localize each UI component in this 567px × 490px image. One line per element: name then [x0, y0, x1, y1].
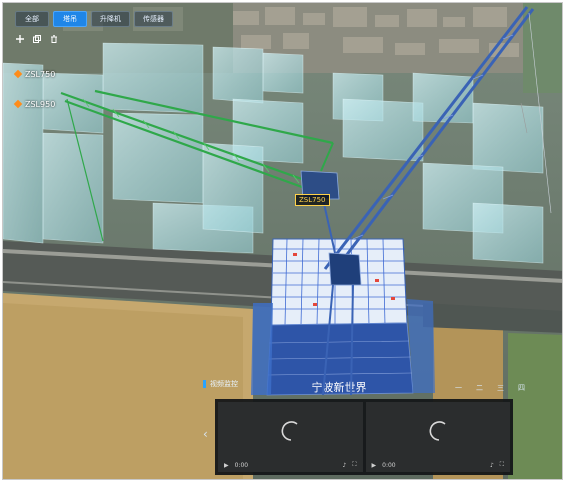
fullscreen-icon[interactable]: ⛶: [500, 461, 504, 469]
video-page-4[interactable]: 四: [518, 383, 525, 393]
play-icon[interactable]: ▶: [372, 462, 377, 469]
delete-icon[interactable]: [49, 34, 59, 44]
tab-sensor[interactable]: 传感器: [134, 11, 173, 27]
crane-label: ZSL950: [25, 99, 56, 109]
video-monitor-header: 视频监控: [203, 379, 238, 389]
copy-icon[interactable]: [32, 34, 42, 44]
crane-marker-icon: [13, 69, 23, 79]
video-page-selector: 一 二 三 四: [455, 383, 525, 393]
toolbar: [15, 34, 59, 44]
crane-item-zsl950[interactable]: ZSL950: [13, 97, 56, 111]
crane-marker-icon: [13, 99, 23, 109]
crane-label: ZSL750: [25, 69, 56, 79]
chevron-left-icon[interactable]: ‹: [203, 427, 208, 441]
play-icon[interactable]: ▶: [224, 462, 229, 469]
tab-tower-crane[interactable]: 塔吊: [53, 11, 87, 27]
crane-tag-label[interactable]: ZSL750: [295, 194, 330, 206]
tab-all[interactable]: 全部: [15, 11, 49, 27]
video-monitor-title: 视频监控: [210, 380, 238, 388]
loading-spinner-icon: [281, 421, 298, 441]
volume-icon[interactable]: ♪: [490, 462, 494, 469]
video-player-1[interactable]: ▶ 0:00 ♪ ⛶: [218, 402, 363, 472]
add-icon[interactable]: [15, 34, 25, 44]
video-page-1[interactable]: 一: [455, 383, 462, 393]
fullscreen-icon[interactable]: ⛶: [352, 461, 356, 469]
player-controls: ▶ 0:00 ♪ ⛶: [218, 458, 363, 472]
volume-icon[interactable]: ♪: [342, 462, 346, 469]
time-display: 0:00: [382, 461, 396, 469]
player-controls: ▶ 0:00 ♪ ⛶: [366, 458, 511, 472]
video-player-2[interactable]: ▶ 0:00 ♪ ⛶: [365, 402, 511, 472]
crane-item-zsl750[interactable]: ZSL750: [13, 67, 56, 81]
tab-hoist[interactable]: 升降机: [91, 11, 130, 27]
title-bar-icon: [203, 380, 206, 388]
category-tabs: 全部 塔吊 升降机 传感器: [15, 11, 173, 27]
time-display: 0:00: [234, 461, 249, 469]
viewport-frame: 宁波新世界 全部 塔吊 升降机 传感器 ZSL750 ZSL950 ZSL750…: [2, 2, 563, 480]
building-sign: 宁波新世界: [312, 380, 367, 394]
video-page-2[interactable]: 二: [476, 383, 483, 393]
video-page-3[interactable]: 三: [497, 383, 504, 393]
video-panel: ▶ 0:00 ♪ ⛶ ▶ 0:00 ♪ ⛶: [215, 399, 513, 475]
loading-spinner-icon: [429, 421, 446, 441]
crane-list: ZSL750 ZSL950: [13, 67, 56, 127]
